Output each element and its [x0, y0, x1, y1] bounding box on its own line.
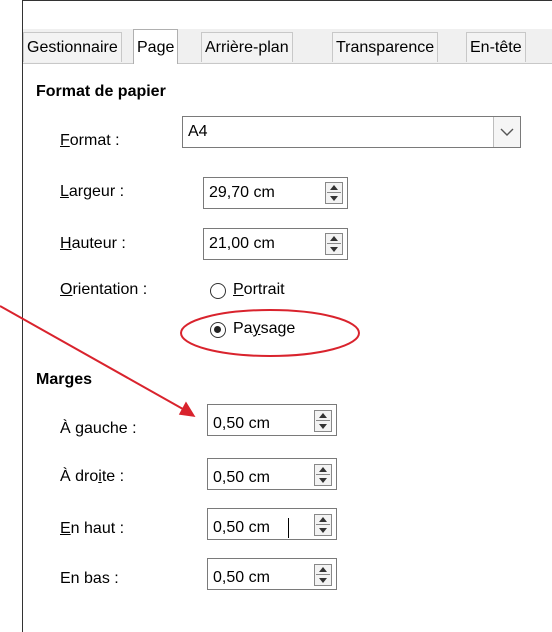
annotation-arrow-line: [0, 305, 191, 414]
annotation-overlay: [0, 305, 360, 417]
highlight-circle: [180, 309, 360, 357]
tab-page[interactable]: Page: [133, 29, 179, 64]
arrow-head-icon: [178, 401, 196, 417]
